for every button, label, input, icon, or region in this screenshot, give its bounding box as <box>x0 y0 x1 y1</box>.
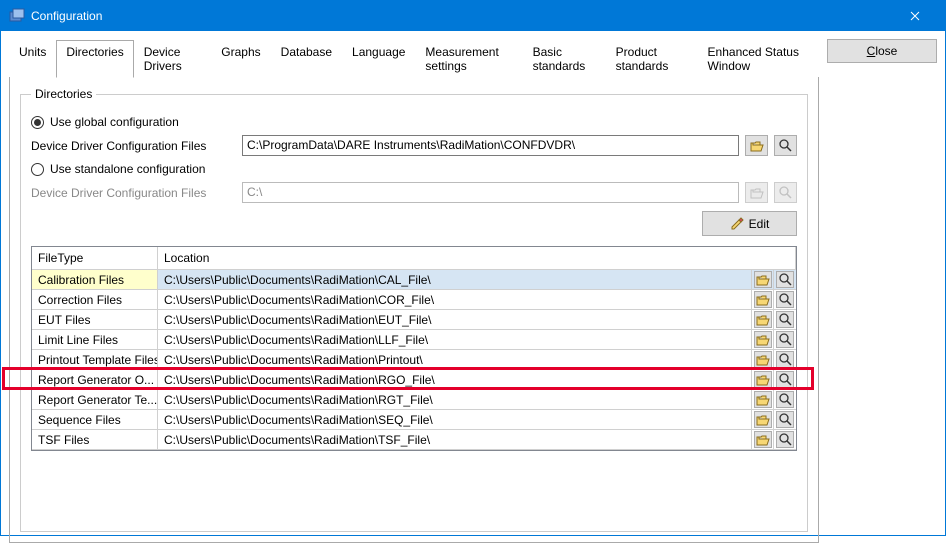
cell-location: C:\Users\Public\Documents\RadiMation\RGO… <box>158 370 752 389</box>
cell-location: C:\Users\Public\Documents\RadiMation\RGT… <box>158 390 752 409</box>
global-browse-button[interactable] <box>745 135 768 156</box>
radio-global-label: Use global configuration <box>50 115 179 129</box>
folder-open-icon <box>750 140 764 152</box>
tab-language[interactable]: Language <box>342 40 415 77</box>
tab-graphs[interactable]: Graphs <box>211 40 270 77</box>
standalone-path-input: C:\ <box>242 182 739 203</box>
global-search-button[interactable] <box>774 135 797 156</box>
row-search-button[interactable] <box>776 371 794 388</box>
standalone-browse-button <box>745 182 768 203</box>
pencil-icon <box>730 217 744 231</box>
titlebar: Configuration <box>1 1 945 31</box>
cell-filetype: TSF Files <box>32 430 158 449</box>
row-search-button[interactable] <box>776 351 794 368</box>
radio-global-row[interactable]: Use global configuration <box>31 115 797 129</box>
row-search-button[interactable] <box>776 431 794 448</box>
row-browse-button[interactable] <box>754 371 772 388</box>
tab-device-drivers[interactable]: Device Drivers <box>134 40 212 77</box>
table-row[interactable]: TSF FilesC:\Users\Public\Documents\RadiM… <box>32 430 796 450</box>
cell-location: C:\Users\Public\Documents\RadiMation\Pri… <box>158 350 752 369</box>
row-browse-button[interactable] <box>754 351 772 368</box>
cell-location: C:\Users\Public\Documents\RadiMation\COR… <box>158 290 752 309</box>
table-row[interactable]: Correction FilesC:\Users\Public\Document… <box>32 290 796 310</box>
row-browse-button[interactable] <box>754 311 772 328</box>
cell-filetype: Report Generator Te... <box>32 390 158 409</box>
tab-basic-standards[interactable]: Basic standards <box>523 40 606 77</box>
table-row[interactable]: Calibration FilesC:\Users\Public\Documen… <box>32 270 796 290</box>
tab-measurement-settings[interactable]: Measurement settings <box>415 40 522 77</box>
global-path-input[interactable]: C:\ProgramData\DARE Instruments\RadiMati… <box>242 135 739 156</box>
standalone-search-button <box>774 182 797 203</box>
cell-filetype: Limit Line Files <box>32 330 158 349</box>
cell-filetype: Calibration Files <box>32 270 158 289</box>
global-driver-label: Device Driver Configuration Files <box>31 139 236 153</box>
row-search-button[interactable] <box>776 291 794 308</box>
magnifier-icon <box>779 186 792 199</box>
close-button-uchar: C <box>867 44 876 58</box>
cell-filetype: Printout Template Files <box>32 350 158 369</box>
folder-open-icon <box>750 187 764 199</box>
directories-fieldset: Directories Use global configuration Dev… <box>20 87 808 532</box>
magnifier-icon <box>779 139 792 152</box>
tab-directories[interactable]: Directories <box>56 40 133 78</box>
table-row[interactable]: EUT FilesC:\Users\Public\Documents\RadiM… <box>32 310 796 330</box>
row-search-button[interactable] <box>776 391 794 408</box>
close-button[interactable]: Close <box>827 39 937 63</box>
tab-database[interactable]: Database <box>271 40 342 77</box>
row-browse-button[interactable] <box>754 411 772 428</box>
cell-filetype: EUT Files <box>32 310 158 329</box>
tab-product-standards[interactable]: Product standards <box>606 40 698 77</box>
row-browse-button[interactable] <box>754 431 772 448</box>
th-location[interactable]: Location <box>158 247 796 269</box>
cell-location: C:\Users\Public\Documents\RadiMation\EUT… <box>158 310 752 329</box>
radio-standalone-row[interactable]: Use standalone configuration <box>31 162 797 176</box>
radio-standalone[interactable] <box>31 163 44 176</box>
row-browse-button[interactable] <box>754 331 772 348</box>
fieldset-legend: Directories <box>31 87 96 101</box>
directories-table: FileType Location Calibration FilesC:\Us… <box>31 246 797 451</box>
cell-filetype: Sequence Files <box>32 410 158 429</box>
table-row[interactable]: Printout Template FilesC:\Users\Public\D… <box>32 350 796 370</box>
row-browse-button[interactable] <box>754 391 772 408</box>
cell-location: C:\Users\Public\Documents\RadiMation\TSF… <box>158 430 752 449</box>
tab-enhanced-status-window[interactable]: Enhanced Status Window <box>698 40 819 77</box>
table-row[interactable]: Limit Line FilesC:\Users\Public\Document… <box>32 330 796 350</box>
row-browse-button[interactable] <box>754 271 772 288</box>
cell-location: C:\Users\Public\Documents\RadiMation\LLF… <box>158 330 752 349</box>
edit-button-label: Edit <box>749 217 770 231</box>
row-search-button[interactable] <box>776 411 794 428</box>
tab-bar: Units Directories Device Drivers Graphs … <box>9 39 819 77</box>
app-icon <box>9 8 25 24</box>
window-title: Configuration <box>31 9 892 23</box>
th-filetype[interactable]: FileType <box>32 247 158 269</box>
table-row[interactable]: Sequence FilesC:\Users\Public\Documents\… <box>32 410 796 430</box>
cell-filetype: Report Generator O... <box>32 370 158 389</box>
row-search-button[interactable] <box>776 311 794 328</box>
radio-standalone-label: Use standalone configuration <box>50 162 205 176</box>
cell-filetype: Correction Files <box>32 290 158 309</box>
window-close-button[interactable] <box>892 1 937 31</box>
close-button-rest: lose <box>875 44 897 58</box>
row-browse-button[interactable] <box>754 291 772 308</box>
radio-global[interactable] <box>31 116 44 129</box>
table-row[interactable]: Report Generator O...C:\Users\Public\Doc… <box>32 370 796 390</box>
cell-location: C:\Users\Public\Documents\RadiMation\SEQ… <box>158 410 752 429</box>
row-search-button[interactable] <box>776 271 794 288</box>
standalone-driver-label: Device Driver Configuration Files <box>31 186 236 200</box>
tab-units[interactable]: Units <box>9 40 56 77</box>
cell-location: C:\Users\Public\Documents\RadiMation\CAL… <box>158 270 752 289</box>
edit-button[interactable]: Edit <box>702 211 797 236</box>
table-row[interactable]: Report Generator Te...C:\Users\Public\Do… <box>32 390 796 410</box>
row-search-button[interactable] <box>776 331 794 348</box>
